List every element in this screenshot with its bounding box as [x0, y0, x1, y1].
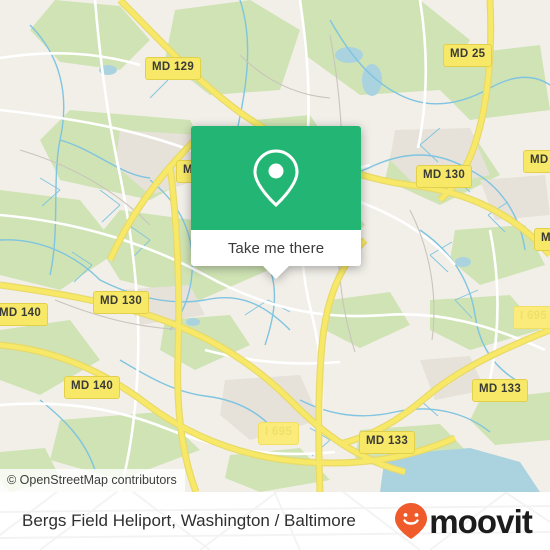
moovit-smiley-pin-icon: [395, 503, 428, 539]
road-shield: MD 140: [0, 303, 49, 326]
road-shield: MD 130: [416, 165, 473, 188]
footer-bar: Bergs Field Heliport, Washington / Balti…: [0, 492, 550, 550]
moovit-brand[interactable]: moovit: [394, 502, 533, 540]
popup-tail: [263, 266, 289, 279]
road-shield: MD: [534, 228, 550, 251]
road-shield: MD 133: [472, 379, 529, 402]
moovit-wordmark: moovit: [429, 502, 533, 540]
road-shield: I 695: [513, 306, 550, 329]
moovit-map-screenshot: MD 129MD 25MD 1MD 130MDMDMD 140MD 130I 6…: [0, 0, 550, 550]
place-popup-card[interactable]: Take me there: [191, 126, 361, 279]
road-shield: MD 133: [359, 431, 416, 454]
road-shield: MD 130: [93, 291, 150, 314]
popup-action-area[interactable]: Take me there: [191, 230, 361, 266]
road-shield: MD 140: [64, 376, 121, 399]
road-shield: MD: [523, 150, 550, 173]
popup-pin-area: [191, 126, 361, 230]
road-shield: MD 25: [443, 44, 493, 67]
road-shield: MD 129: [145, 57, 202, 80]
osm-attribution[interactable]: © OpenStreetMap contributors: [0, 469, 185, 492]
place-title: Bergs Field Heliport, Washington / Balti…: [22, 511, 356, 530]
road-shield: I 695: [258, 422, 300, 445]
location-pin-icon: [253, 149, 299, 208]
take-me-there-label: Take me there: [227, 239, 325, 257]
